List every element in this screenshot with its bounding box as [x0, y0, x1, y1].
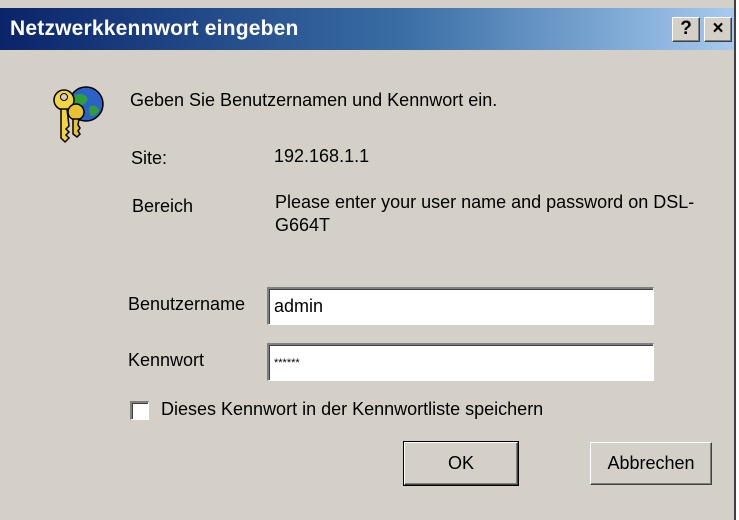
realm-label: Bereich [132, 196, 194, 216]
keys-globe-icon [53, 86, 104, 144]
help-button[interactable]: ? [672, 17, 700, 42]
dialog-title: Netzwerkkennwort eingeben [10, 17, 299, 40]
username-input[interactable] [267, 287, 654, 325]
network-password-dialog: Netzwerkkennwort eingeben ? × Geben Sie … [0, 0, 736, 520]
save-password-checkbox[interactable] [130, 401, 149, 420]
password-input[interactable] [267, 343, 654, 381]
site-value: 192.168.1.1 [274, 146, 370, 166]
cancel-button[interactable]: Abbrechen [590, 442, 712, 485]
title-bar[interactable]: Netzwerkkennwort eingeben ? × [0, 8, 734, 50]
username-label: Benutzername [128, 294, 246, 314]
password-label: Kennwort [128, 350, 205, 370]
close-button[interactable]: × [704, 17, 732, 42]
realm-value: Please enter your user name and password… [275, 192, 695, 235]
ok-button[interactable]: OK [403, 441, 519, 486]
prompt-text: Geben Sie Benutzernamen und Kennwort ein… [130, 90, 498, 110]
save-password-label[interactable]: Dieses Kennwort in der Kennwortliste spe… [161, 399, 543, 420]
site-label: Site: [131, 148, 168, 168]
